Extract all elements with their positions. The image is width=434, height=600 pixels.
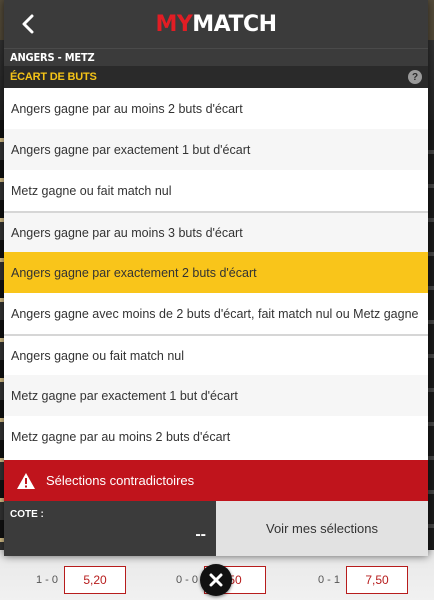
option-label: Angers gagne par au moins 2 buts d'écart: [11, 101, 243, 116]
section-header: ÉCART DE BUTS ?: [4, 66, 428, 88]
logo-my: MY: [155, 11, 193, 37]
option-item[interactable]: Metz gagne ou fait match nul: [4, 170, 428, 211]
background-right-edge: [428, 120, 434, 550]
odd-button[interactable]: 7,50: [346, 566, 409, 594]
close-icon: [209, 573, 223, 587]
warning-text: Sélections contradictoires: [46, 473, 195, 488]
section-title: ÉCART DE BUTS: [10, 71, 97, 83]
option-item[interactable]: Angers gagne ou fait match nul: [4, 334, 428, 375]
option-item[interactable]: Angers gagne avec moins de 2 buts d'écar…: [4, 293, 428, 334]
cote-value: --: [195, 526, 206, 543]
logo-match: MATCH: [192, 11, 277, 37]
option-label: Angers gagne par au moins 3 buts d'écart: [11, 225, 243, 240]
modal-header: MYMATCH: [4, 0, 428, 48]
odd-score: 0 - 1: [318, 574, 341, 586]
ecart-de-buts-modal: MYMATCH ANGERS - METZ ÉCART DE BUTS ? An…: [4, 0, 428, 556]
option-label: Angers gagne par exactement 1 but d'écar…: [11, 142, 251, 157]
modal-footer: COTE : -- Voir mes sélections: [4, 501, 428, 556]
option-item[interactable]: Angers gagne par au moins 2 buts d'écart: [4, 88, 428, 129]
odd-item: 0 - 1 7,50: [318, 566, 409, 594]
option-label: Angers gagne avec moins de 2 buts d'écar…: [11, 306, 419, 321]
match-title: ANGERS - METZ: [4, 48, 428, 66]
cote-label: COTE :: [10, 509, 44, 520]
option-item[interactable]: Metz gagne par exactement 1 but d'écart: [4, 375, 428, 416]
odd-score: 1 - 0: [36, 574, 59, 586]
back-button[interactable]: [14, 10, 42, 38]
chevron-left-icon: [22, 14, 34, 34]
option-label: Angers gagne ou fait match nul: [11, 348, 185, 363]
close-button[interactable]: [200, 564, 232, 596]
option-item[interactable]: Angers gagne par exactement 1 but d'écar…: [4, 129, 428, 170]
option-item-selected[interactable]: Angers gagne par exactement 2 buts d'éca…: [4, 252, 428, 293]
odd-button[interactable]: 5,20: [64, 566, 127, 594]
option-label: Metz gagne par au moins 2 buts d'écart: [11, 429, 231, 444]
warning-triangle-icon: [16, 472, 36, 490]
mymatch-logo: MYMATCH: [155, 11, 277, 37]
option-label: Angers gagne par exactement 2 buts d'éca…: [11, 265, 257, 280]
option-item[interactable]: Metz gagne par au moins 2 buts d'écart: [4, 416, 428, 457]
option-label: Metz gagne ou fait match nul: [11, 183, 172, 198]
odd-score: 0 - 0: [176, 574, 199, 586]
option-label: Metz gagne par exactement 1 but d'écart: [11, 388, 238, 403]
option-item[interactable]: Angers gagne par au moins 3 buts d'écart: [4, 211, 428, 252]
help-icon[interactable]: ?: [408, 70, 422, 84]
contradiction-warning: Sélections contradictoires: [4, 460, 428, 501]
voir-mes-selections-button[interactable]: Voir mes sélections: [216, 501, 428, 556]
cote-box: COTE : --: [4, 501, 216, 556]
options-list: Angers gagne par au moins 2 buts d'écart…: [4, 88, 428, 457]
odd-item: 1 - 0 5,20: [36, 566, 127, 594]
